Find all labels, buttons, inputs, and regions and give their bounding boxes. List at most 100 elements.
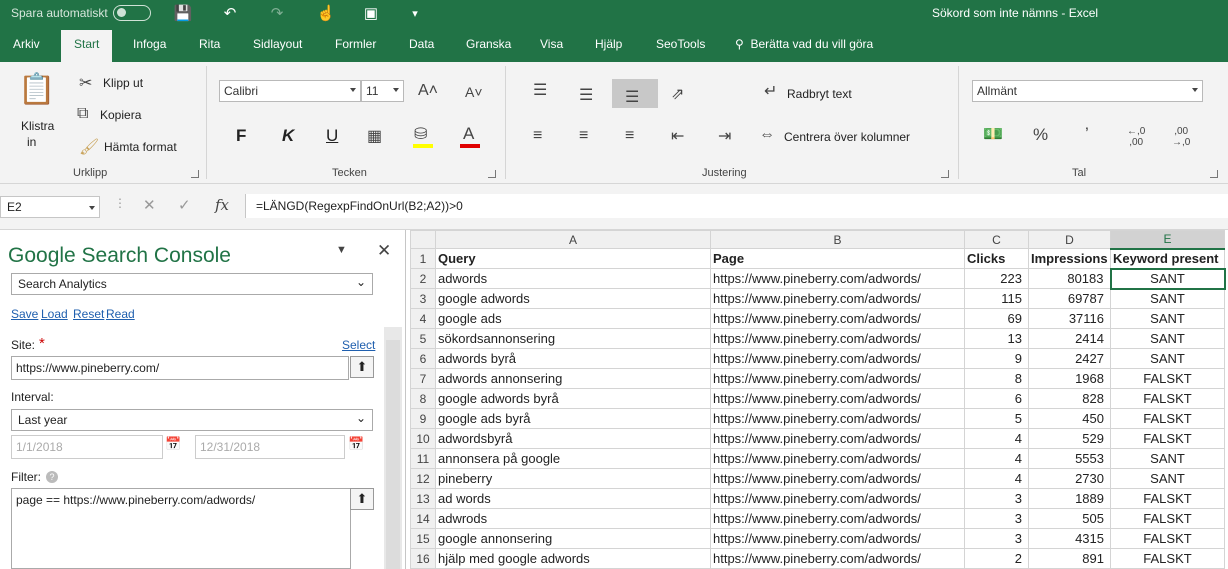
cell[interactable]: https://www.pineberry.com/adwords/ (710, 468, 965, 489)
align-bottom-icon[interactable]: ☰ (625, 87, 639, 107)
cell[interactable]: Page (710, 248, 965, 269)
cell[interactable]: Clicks (964, 248, 1029, 269)
date-from-input[interactable]: 1/1/2018 (11, 435, 163, 459)
font-size-combo[interactable]: 11 (361, 80, 404, 102)
site-input[interactable]: https://www.pineberry.com/ (11, 356, 349, 380)
tab-data[interactable]: Data (409, 37, 434, 51)
cell[interactable]: https://www.pineberry.com/adwords/ (710, 528, 965, 549)
cell[interactable]: adwords (435, 268, 711, 289)
close-icon[interactable]: ✕ (377, 241, 391, 261)
column-header[interactable]: A (435, 230, 711, 249)
cell[interactable]: 8 (964, 368, 1029, 389)
cell[interactable]: SANT (1110, 468, 1225, 489)
cell[interactable]: 9 (964, 348, 1029, 369)
cell[interactable]: 1889 (1028, 488, 1111, 509)
save-icon[interactable]: 💾 (172, 3, 194, 25)
cell[interactable]: FALSKT (1110, 528, 1225, 549)
cell[interactable]: 6 (964, 388, 1029, 409)
cell[interactable]: https://www.pineberry.com/adwords/ (710, 348, 965, 369)
cell[interactable]: 4 (964, 448, 1029, 469)
cell[interactable]: ad words (435, 488, 711, 509)
autosave-toggle[interactable] (113, 5, 151, 21)
cell[interactable]: google ads byrå (435, 408, 711, 429)
paste-icon[interactable]: 📋 (18, 72, 55, 107)
cell[interactable]: FALSKT (1110, 408, 1225, 429)
fill-color-icon[interactable]: ⛁ (414, 124, 427, 144)
name-box[interactable]: E2 (0, 196, 100, 218)
cell[interactable]: https://www.pineberry.com/adwords/ (710, 288, 965, 309)
row-header[interactable]: 15 (410, 528, 436, 549)
orientation-icon[interactable]: ⇗ (671, 84, 684, 104)
copy-icon[interactable]: ⧉ (77, 105, 88, 123)
cell[interactable]: https://www.pineberry.com/adwords/ (710, 408, 965, 429)
select-site-link[interactable]: Select (342, 338, 375, 352)
pane-options-icon[interactable]: ▼ (336, 244, 347, 256)
cell[interactable]: SANT (1110, 448, 1225, 469)
row-header[interactable]: 7 (410, 368, 436, 389)
wrap-text-button[interactable]: Radbryt text (787, 87, 852, 101)
interval-select[interactable]: Last year ⌄ (11, 409, 373, 431)
cell[interactable]: 37116 (1028, 308, 1111, 329)
row-header[interactable]: 4 (410, 308, 436, 329)
italic-button[interactable]: K (282, 126, 294, 146)
cell[interactable]: adwords byrå (435, 348, 711, 369)
row-header[interactable]: 5 (410, 328, 436, 349)
row-header[interactable]: 9 (410, 408, 436, 429)
merge-center-icon[interactable]: ⇔ (759, 126, 775, 144)
row-header[interactable]: 13 (410, 488, 436, 509)
cell[interactable]: 1968 (1028, 368, 1111, 389)
tab-seotools[interactable]: SeoTools (656, 37, 705, 51)
alignment-launcher-icon[interactable] (941, 170, 949, 178)
site-upload-icon[interactable]: ⬆ (350, 356, 374, 378)
format-painter-button[interactable]: Hämta format (104, 140, 177, 154)
paste-button[interactable]: Klistra (21, 119, 54, 133)
number-format-combo[interactable]: Allmänt (972, 80, 1203, 102)
cell[interactable]: annonsera på google (435, 448, 711, 469)
row-header[interactable]: 2 (410, 268, 436, 289)
underline-button[interactable]: U (326, 126, 338, 146)
row-header[interactable]: 8 (410, 388, 436, 409)
cell[interactable]: 4315 (1028, 528, 1111, 549)
wrap-text-icon[interactable]: ↵ (764, 81, 777, 101)
align-right-icon[interactable]: ≡ (625, 127, 634, 145)
column-header[interactable]: B (710, 230, 965, 249)
cell[interactable]: SANT (1110, 288, 1225, 309)
filter-textarea[interactable]: page == https://www.pineberry.com/adword… (11, 488, 351, 569)
cell[interactable]: 5553 (1028, 448, 1111, 469)
bold-button[interactable]: F (236, 126, 246, 146)
active-cell[interactable]: SANT (1109, 267, 1226, 290)
cell[interactable]: 529 (1028, 428, 1111, 449)
cancel-icon[interactable]: ✕ (143, 196, 156, 214)
increase-font-icon[interactable]: A˄ (418, 82, 438, 100)
formula-bar-options-icon[interactable]: ⋮ (114, 196, 126, 210)
tab-arkiv[interactable]: Arkiv (13, 37, 40, 51)
cell[interactable]: 80183 (1028, 268, 1111, 289)
decrease-decimal-icon[interactable]: ,00 →,0 (1172, 126, 1190, 148)
cell[interactable]: 505 (1028, 508, 1111, 529)
decrease-indent-icon[interactable]: ⇤ (671, 126, 684, 146)
tab-formler[interactable]: Formler (335, 37, 376, 51)
cell[interactable]: hjälp med google adwords (435, 548, 711, 569)
font-name-combo[interactable]: Calibri (219, 80, 361, 102)
scissors-icon[interactable]: ✂ (79, 73, 92, 93)
cell[interactable]: 3 (964, 488, 1029, 509)
cell[interactable]: google annonsering (435, 528, 711, 549)
align-top-icon[interactable]: ☰ (533, 80, 547, 100)
tab-sidlayout[interactable]: Sidlayout (253, 37, 302, 51)
read-link[interactable]: Read (106, 307, 135, 321)
copy-button[interactable]: Kopiera (100, 108, 141, 122)
tab-rita[interactable]: Rita (199, 37, 220, 51)
cell[interactable]: 450 (1028, 408, 1111, 429)
cell[interactable]: 2427 (1028, 348, 1111, 369)
tab-visa[interactable]: Visa (540, 37, 563, 51)
cell[interactable]: https://www.pineberry.com/adwords/ (710, 548, 965, 569)
row-header[interactable]: 6 (410, 348, 436, 369)
tab-granska[interactable]: Granska (466, 37, 511, 51)
tell-me-box[interactable]: ⚲ Berätta vad du vill göra (735, 37, 873, 51)
cut-button[interactable]: Klipp ut (103, 76, 143, 90)
cell[interactable]: sökordsannonsering (435, 328, 711, 349)
cell[interactable]: 4 (964, 428, 1029, 449)
cell[interactable]: SANT (1110, 348, 1225, 369)
cell[interactable]: FALSKT (1110, 428, 1225, 449)
date-to-input[interactable]: 12/31/2018 (195, 435, 345, 459)
